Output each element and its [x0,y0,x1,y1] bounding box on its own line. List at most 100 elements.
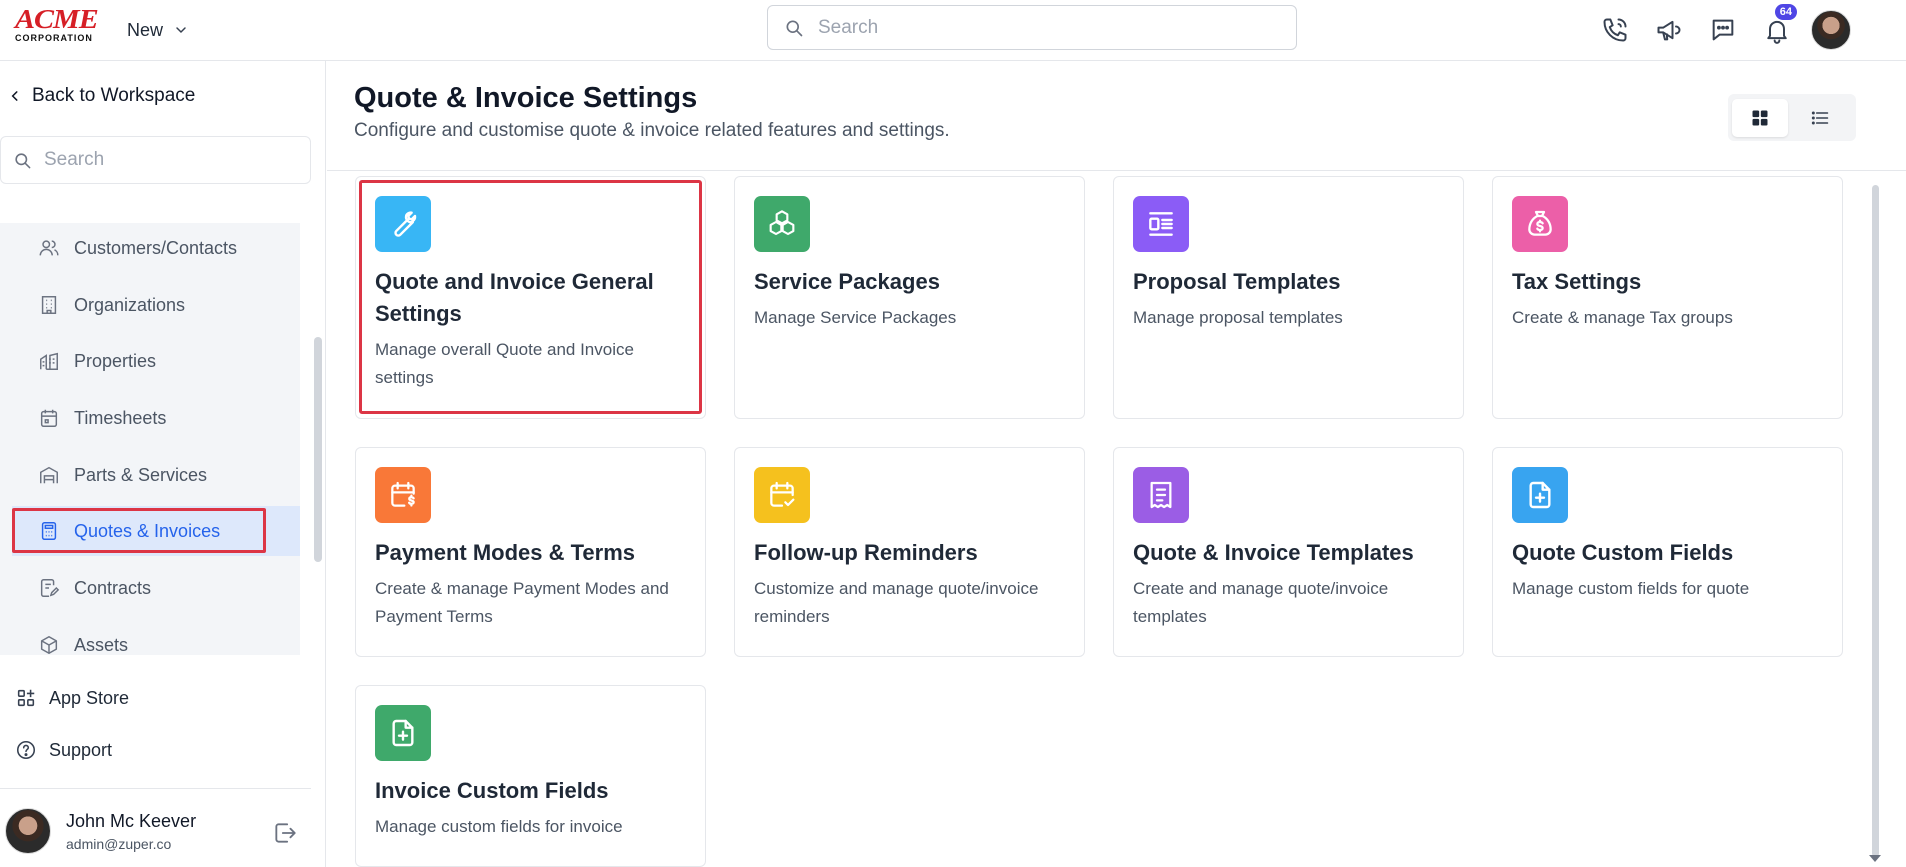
card-title: Tax Settings [1512,269,1642,294]
search-icon [15,152,31,168]
card-icon-box [1512,196,1568,252]
list-icon [1811,110,1829,125]
calendar-check-icon [770,481,795,507]
card-description: Manage custom fields for invoice [375,817,623,836]
card-icon-box [1133,196,1189,252]
page-title: Quote & Invoice Settings [354,82,698,114]
sidebar-item-label: Parts & Services [74,464,208,485]
logout-icon[interactable] [272,820,298,846]
sidebar-item-customers-contacts[interactable]: Customers/Contacts [12,223,300,273]
card-title: Quote & Invoice Templates [1133,540,1414,565]
card-payment-modes-terms[interactable]: Payment Modes & Terms Create & manage Pa… [355,447,706,657]
top-bar: ACME CORPORATION New Search 64 [0,0,1906,61]
warehouse-icon [40,466,58,484]
notification-count-badge: 64 [1774,4,1797,20]
sidebar-item-contracts[interactable]: Contracts [12,563,300,613]
chevron-left-icon [11,91,18,101]
card-proposal-templates[interactable]: Proposal Templates Manage proposal templ… [1113,176,1464,419]
file-plus-icon [1529,481,1551,509]
back-to-workspace-link[interactable]: Back to Workspace [8,85,195,107]
logo-subtext: CORPORATION [15,33,93,43]
card-follow-up-reminders[interactable]: Follow-up Reminders Customize and manage… [734,447,1085,657]
chat-button[interactable] [1703,10,1743,50]
card-icon-box [1133,467,1189,523]
card-title: Follow-up Reminders [754,540,978,565]
card-invoice-custom-fields[interactable]: Invoice Custom Fields Manage custom fiel… [355,685,706,867]
app-store-link[interactable]: App Store [15,687,129,709]
receipt-icon [1150,481,1172,509]
sidebar-item-assets[interactable]: Assets [12,620,300,655]
sidebar-scrollbar[interactable] [314,337,322,562]
page-header: Quote & Invoice Settings Configure and c… [327,61,1906,171]
scroll-down-arrow[interactable] [1869,855,1881,862]
building-icon [41,296,57,314]
card-service-packages[interactable]: Service Packages Manage Service Packages [734,176,1085,419]
users-icon [39,240,59,256]
user-name: John Mc Keever [66,811,197,831]
sidebar-item-parts-services[interactable]: Parts & Services [12,450,300,500]
card-tax-settings[interactable]: Tax Settings Create & manage Tax groups [1492,176,1843,419]
sidebar-item-properties[interactable]: Properties [12,336,300,386]
chat-icon [1712,19,1734,41]
header-actions: 64 [1595,4,1851,50]
logo-text: ACME [15,4,99,35]
acme-logo[interactable]: ACME CORPORATION [15,5,99,45]
card-title: Service Packages [754,269,940,294]
sidebar-item-timesheets[interactable]: Timesheets [12,393,300,443]
card-icon-box [754,196,810,252]
sidebar-item-label: Customers/Contacts [74,237,238,258]
bell-icon [1767,20,1787,44]
contract-icon [40,579,60,597]
support-link[interactable]: Support [15,739,112,761]
divider [0,788,311,789]
grid-icon [1752,110,1768,125]
card-description: Manage proposal templates [1133,308,1343,327]
sidebar-item-quotes-invoices[interactable]: Quotes & Invoices [12,506,300,556]
card-quote-custom-fields[interactable]: Quote Custom Fields Manage custom fields… [1492,447,1843,657]
card-icon-box [375,705,431,761]
selection-highlight [359,180,702,414]
grid-view-button[interactable] [1732,98,1788,137]
avatar[interactable] [5,808,51,854]
phone-button[interactable] [1595,10,1635,50]
card-quote-invoice-templates[interactable]: Quote & Invoice Templates Create and man… [1113,447,1464,657]
sidebar-search-input[interactable]: Search [0,136,311,184]
sidebar-item-label: Organizations [74,294,186,315]
boxes-icon [769,210,795,236]
announcement-button[interactable] [1649,10,1689,50]
chevron-down-icon [176,27,186,34]
card-description: Create & manage Payment Modes and Paymen… [375,579,669,626]
main-scrollbar[interactable] [1872,185,1879,857]
user-avatar-top[interactable] [1811,10,1851,50]
card-title: Invoice Custom Fields [375,778,609,803]
card-icon-box [754,467,810,523]
card-title: Payment Modes & Terms [375,540,636,565]
card-quote-invoice-general-settings[interactable]: Quote and Invoice General Settings Manag… [355,176,706,419]
view-toggle [1728,94,1856,141]
list-view-button[interactable] [1792,99,1848,137]
sidebar: Back to Workspace Search Customers/Conta… [0,61,326,867]
new-button[interactable]: New [127,16,189,44]
global-search-placeholder: Search [818,16,879,38]
card-description: Create and manage quote/invoice template… [1133,579,1389,626]
support-label: Support [49,739,113,760]
back-label: Back to Workspace [32,85,196,106]
notifications-button[interactable]: 64 [1757,4,1797,50]
money-bag-icon [1528,210,1552,236]
sidebar-item-organizations[interactable]: Organizations [12,280,300,330]
card-description: Create & manage Tax groups [1512,308,1733,327]
app-store-label: App Store [49,687,130,708]
global-search-input[interactable]: Search [767,5,1297,50]
megaphone-icon [1657,20,1681,41]
new-label: New [127,19,164,40]
cube-icon [40,636,58,654]
card-icon-box [375,467,431,523]
phone-icon [1603,18,1627,42]
selection-highlight [12,508,266,553]
layout-icon [1149,212,1173,236]
card-description: Customize and manage quote/invoice remin… [754,579,1039,626]
page-subtitle: Configure and customise quote & invoice … [354,120,950,141]
sidebar-item-label: Assets [74,634,129,655]
help-circle-icon [16,740,36,760]
card-title: Quote Custom Fields [1512,540,1734,565]
